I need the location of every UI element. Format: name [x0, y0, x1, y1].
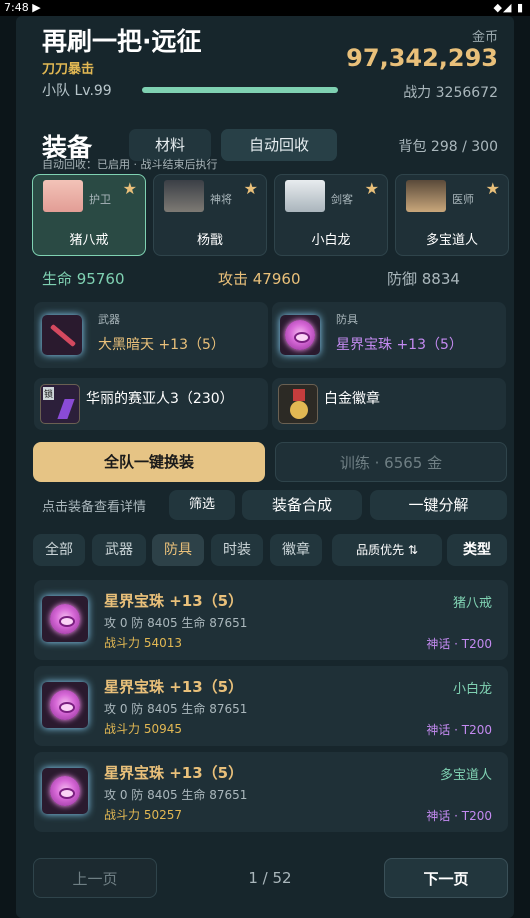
item-tier: 神话 · T200: [426, 637, 492, 651]
hero-role: 医师: [452, 193, 474, 206]
team-power: 战力 3256672: [403, 85, 498, 101]
slot-label: 防具: [336, 313, 358, 326]
slot-label: 武器: [98, 313, 120, 326]
type-button[interactable]: 类型: [447, 534, 507, 566]
orb-icon: [42, 682, 88, 728]
medal-icon: [278, 384, 318, 424]
slot-item-name: 华丽的赛亚人3（230）: [86, 391, 234, 407]
list-item[interactable]: 星界宝珠 +13（5） 攻 0 防 8405 生命 87651 战斗力 5401…: [34, 580, 508, 660]
game-panel: 再刷一把·远征 刀刀暴击 金币 97,342,293 小队 Lv.99 战力 3…: [16, 16, 514, 918]
item-tier: 神话 · T200: [426, 809, 492, 823]
orb-icon: [280, 315, 320, 355]
hero-portrait: [164, 180, 204, 212]
item-name: 星界宝珠 +13（5）: [104, 764, 244, 782]
item-stats: 攻 0 防 8405 生命 87651: [104, 616, 248, 630]
slot-armor[interactable]: 防具 星界宝珠 +13（5）: [272, 302, 506, 368]
sort-quality-button[interactable]: 品质优先 ⇅: [332, 534, 442, 566]
xp-bar: [142, 87, 338, 93]
slot-item-name: 白金徽章: [324, 391, 380, 407]
team-level: 小队 Lv.99: [42, 83, 112, 99]
hero-card-xiaobailong[interactable]: 剑客 ★ 小白龙: [274, 174, 388, 256]
hero-role: 剑客: [331, 193, 353, 206]
hero-role: 神将: [210, 193, 232, 206]
tab-auto-recycle[interactable]: 自动回收: [221, 129, 337, 161]
star-icon: ★: [485, 179, 500, 198]
star-icon: ★: [122, 179, 137, 198]
filter-all[interactable]: 全部: [33, 534, 85, 566]
next-page-button[interactable]: 下一页: [384, 858, 508, 898]
orb-icon: [42, 596, 88, 642]
wing-icon: 锁: [40, 384, 80, 424]
item-stats: 攻 0 防 8405 生命 87651: [104, 702, 248, 716]
filter-costume[interactable]: 时装: [211, 534, 263, 566]
page-indicator: 1 / 52: [248, 869, 292, 887]
slot-item-name: 星界宝珠 +13（5）: [336, 337, 463, 353]
xp-bar-fill: [142, 87, 338, 93]
hero-card-duobaodaoren[interactable]: 医师 ★ 多宝道人: [395, 174, 509, 256]
hero-portrait: [43, 180, 83, 212]
stat-hp: 生命 95760: [42, 270, 125, 288]
sword-icon: [42, 315, 82, 355]
stat-defense: 防御 8834: [387, 270, 460, 288]
auto-recycle-status: 自动回收：已启用 · 战斗结束后执行: [42, 158, 218, 171]
lock-badge: 锁: [43, 387, 55, 400]
filter-weapon[interactable]: 武器: [92, 534, 146, 566]
orb-icon: [42, 768, 88, 814]
equip-all-button[interactable]: 全队一键换装: [33, 442, 265, 482]
hero-portrait: [285, 180, 325, 212]
hero-portrait: [406, 180, 446, 212]
status-time: 7:48 ▶: [4, 1, 41, 14]
slot-weapon[interactable]: 武器 大黑暗天 +13（5）: [34, 302, 268, 368]
coin-amount: 97,342,293: [346, 44, 498, 72]
filter-badge[interactable]: 徽章: [270, 534, 322, 566]
filter-armor[interactable]: 防具: [152, 534, 204, 566]
status-icons: ◆◢ ▮: [493, 1, 524, 14]
hero-role: 护卫: [89, 193, 111, 206]
game-title: 再刷一把·远征: [42, 27, 202, 56]
hero-name: 杨戬: [196, 233, 223, 248]
slot-badge[interactable]: 白金徽章: [272, 378, 506, 430]
status-bar: 7:48 ▶ ◆◢ ▮: [0, 0, 530, 16]
item-owner: 多宝道人: [439, 768, 492, 783]
train-button[interactable]: 训练 · 6565 金: [275, 442, 507, 482]
slot-item-name: 大黑暗天 +13（5）: [98, 337, 225, 353]
hero-name: 小白龙: [311, 233, 351, 248]
item-owner: 小白龙: [452, 682, 492, 697]
hero-name: 猪八戒: [69, 233, 109, 248]
item-name: 星界宝珠 +13（5）: [104, 678, 244, 696]
item-power: 战斗力 54013: [104, 636, 182, 650]
list-item[interactable]: 星界宝珠 +13（5） 攻 0 防 8405 生命 87651 战斗力 5025…: [34, 752, 508, 832]
prev-page-button[interactable]: 上一页: [33, 858, 157, 898]
hint-text: 点击装备查看详情: [42, 500, 147, 515]
stat-attack: 攻击 47960: [218, 270, 301, 288]
item-power: 战斗力 50257: [104, 808, 182, 822]
decompose-button[interactable]: 一键分解: [370, 490, 507, 520]
item-tier: 神话 · T200: [426, 723, 492, 737]
list-item[interactable]: 星界宝珠 +13（5） 攻 0 防 8405 生命 87651 战斗力 5094…: [34, 666, 508, 746]
item-power: 战斗力 50945: [104, 722, 182, 736]
synth-button[interactable]: 装备合成: [242, 490, 362, 520]
hero-name: 多宝道人: [425, 233, 478, 248]
item-name: 星界宝珠 +13（5）: [104, 592, 244, 610]
game-subtitle: 刀刀暴击: [42, 62, 95, 77]
star-icon: ★: [364, 179, 379, 198]
hero-card-zhubajie[interactable]: 护卫 ★ 猪八戒: [32, 174, 146, 256]
item-stats: 攻 0 防 8405 生命 87651: [104, 788, 248, 802]
hero-card-yangjian[interactable]: 神将 ★ 杨戬: [153, 174, 267, 256]
item-owner: 猪八戒: [452, 596, 492, 611]
screen-button[interactable]: 筛选: [169, 490, 235, 520]
coin-label: 金币: [471, 30, 498, 45]
slot-accessory[interactable]: 锁 华丽的赛亚人3（230）: [34, 378, 268, 430]
star-icon: ★: [243, 179, 258, 198]
bag-capacity: 背包 298 / 300: [398, 139, 498, 155]
